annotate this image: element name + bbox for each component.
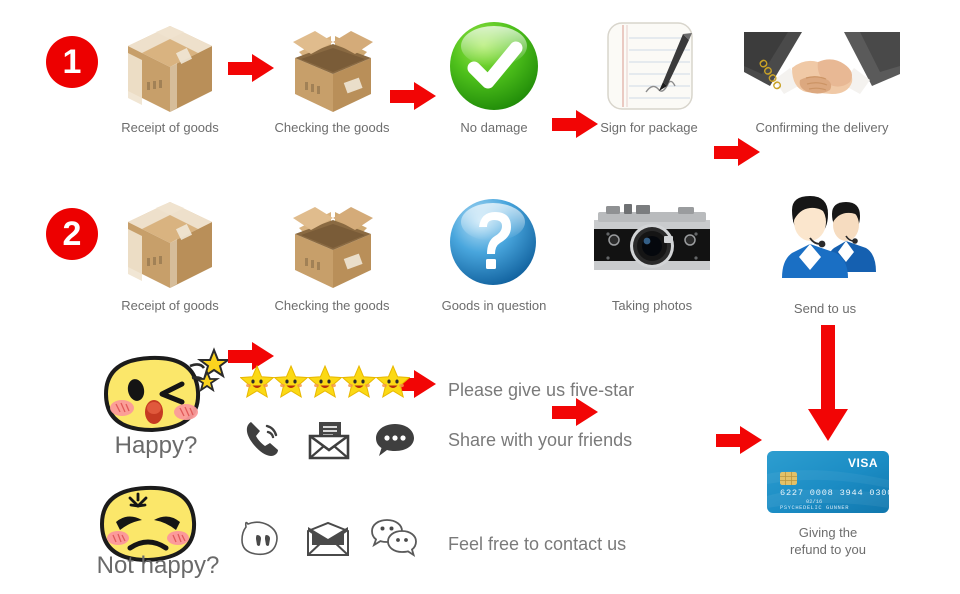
arrow-right-icon: [228, 54, 274, 82]
step-caption: Goods in question: [441, 298, 547, 313]
five-star-phrase: Please give us five-star: [448, 380, 635, 400]
step-caption: Confirming the delivery: [755, 120, 889, 135]
refund-caption-line2: refund to you: [790, 542, 866, 557]
step-icon-support-agents: [770, 192, 882, 284]
contact-phrase: Feel free to contact us: [448, 534, 627, 554]
five-star-rating[interactable]: [240, 362, 410, 402]
step-badge-1: 1: [46, 36, 98, 88]
step-icon-blue-question: [448, 196, 538, 288]
unhappy-mood-label: Not happy?: [96, 552, 220, 579]
outline-envelope-icon[interactable]: [306, 521, 350, 557]
happy-mood-label: Happy?: [114, 432, 198, 459]
step-icon-closed-parcel: [122, 198, 218, 292]
step-caption: Receipt of goods: [121, 120, 219, 135]
step-icon-closed-parcel: [122, 22, 218, 116]
step-icon-handshake: OOOO: [744, 28, 900, 108]
phone-ring-icon[interactable]: [243, 418, 283, 462]
refund-caption: Giving the refund to you: [760, 524, 896, 558]
chat-bubble-icon[interactable]: [374, 422, 416, 460]
visa-card: VISA 6227 0008 3944 0300 02/16 PSYCHEDEL…: [766, 450, 890, 514]
step-caption: Taking photos: [611, 298, 693, 313]
step-icon-open-parcel: [285, 198, 381, 292]
step-caption: No damage: [460, 120, 528, 135]
long-down-arrow-icon: [805, 325, 851, 443]
arrow-right-icon: [390, 82, 436, 110]
card-brand-text: VISA: [848, 456, 878, 470]
arrow-right-icon: [716, 426, 762, 454]
step-caption: Send to us: [793, 301, 857, 316]
step-caption: Checking the goods: [274, 298, 390, 313]
open-mail-icon[interactable]: [308, 420, 350, 460]
step-caption: Receipt of goods: [121, 298, 219, 313]
card-chip-icon: [780, 472, 797, 485]
refund-caption-line1: Giving the: [798, 525, 858, 540]
wechat-bubbles-icon[interactable]: [370, 517, 418, 559]
share-phrase: Share with your friends: [448, 430, 633, 450]
step-icon-vintage-camera: [590, 200, 714, 282]
arrow-right-icon: [552, 398, 598, 426]
step-icon-green-check: [448, 20, 540, 112]
outline-chat-face-icon[interactable]: [240, 518, 284, 560]
happy-face-icon: [88, 342, 228, 442]
card-number-text: 6227 0008 3944 0300: [780, 488, 890, 498]
step-caption: Checking the goods: [274, 120, 390, 135]
step-badge-2: 2: [46, 208, 98, 260]
step-caption: Sign for package: [600, 120, 698, 135]
arrow-right-icon: [714, 138, 760, 166]
step-icon-open-parcel: [285, 22, 381, 116]
step-icon-signature-notepad: [605, 20, 695, 112]
card-holder-text: PSYCHEDELIC GUNNER: [780, 505, 849, 511]
